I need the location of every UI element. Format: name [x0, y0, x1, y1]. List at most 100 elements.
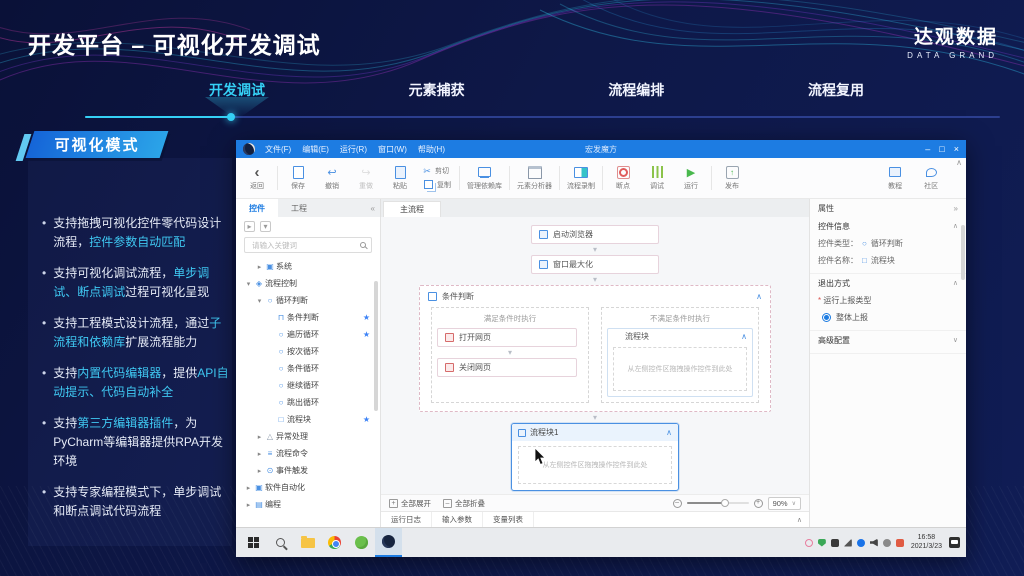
zoom-slider-knob[interactable] — [721, 499, 729, 507]
radio-selected-icon[interactable] — [822, 313, 831, 322]
flow-node-打开网页[interactable]: 打开网页 — [437, 328, 577, 347]
chevron-down-icon[interactable]: ▾ — [255, 297, 264, 305]
selected-flow-block[interactable]: 流程块1 ∧ 从左侧控件区拖拽操作控件到此处 — [511, 423, 679, 491]
output-tab-变量列表[interactable]: 变量列表 — [483, 512, 534, 527]
toolbar-collapse-icon[interactable]: ∧ — [956, 158, 962, 198]
toolbar-button-cut[interactable]: 剪切 — [422, 166, 451, 176]
close-icon[interactable]: × — [954, 145, 959, 154]
tree-item-跳出循环[interactable]: ○跳出循环 — [236, 394, 380, 411]
chevron-right-icon[interactable]: ▸ — [255, 450, 264, 458]
toolbar-button-debug[interactable]: 调试 — [640, 158, 674, 198]
nav-tab[interactable]: 流程复用 — [776, 80, 896, 100]
tree-item-按次循环[interactable]: ○按次循环 — [236, 343, 380, 360]
flow-node-关闭网页[interactable]: 关闭网页 — [437, 358, 577, 377]
menu-item[interactable]: 窗口(W) — [378, 144, 407, 155]
sync-icon[interactable] — [805, 539, 813, 547]
tree-item-继续循环[interactable]: ○继续循环 — [236, 377, 380, 394]
toolbar-button-copy[interactable]: 复制 — [422, 179, 451, 190]
tab-project[interactable]: 工程 — [278, 199, 320, 217]
chevron-right-icon[interactable]: ▸ — [244, 484, 253, 492]
tab-main-flow[interactable]: 主流程 — [383, 201, 441, 217]
tree-item-循环判断[interactable]: ▾○循环判断 — [236, 292, 380, 309]
rpa-app-taskbar-button[interactable] — [375, 528, 402, 557]
toolbar-button-back[interactable]: 返回 — [240, 158, 274, 198]
output-tab-运行日志[interactable]: 运行日志 — [381, 512, 432, 527]
notification-center-icon[interactable] — [949, 537, 960, 548]
browser-360-button[interactable] — [348, 528, 375, 557]
section-control-info[interactable]: 控件信息 ∧ — [810, 217, 966, 235]
zoom-out-icon[interactable]: – — [673, 499, 682, 508]
shield-icon[interactable] — [818, 539, 826, 547]
toolbar-button-record[interactable]: 流程录制 — [563, 158, 599, 198]
panel-expand-icon[interactable]: ∧ — [797, 516, 809, 524]
false-branch[interactable]: 不满足条件时执行 流程块 ∧ 从左侧控件区拖拽操作控件到此处 — [601, 307, 759, 403]
restore-icon[interactable]: □ — [939, 145, 944, 154]
toolbar-button-save[interactable]: 保存 — [281, 158, 315, 198]
output-tab-输入参数[interactable]: 输入参数 — [432, 512, 483, 527]
security-icon[interactable] — [896, 539, 904, 547]
toolbar-button-redo[interactable]: 重做 — [349, 158, 383, 198]
flow-node-maximize-window[interactable]: 窗口最大化 — [531, 255, 659, 274]
tree-item-条件判断[interactable]: ⊓条件判断★ — [236, 309, 380, 326]
menu-item[interactable]: 编辑(E) — [302, 144, 329, 155]
collapse-block-icon[interactable]: ∧ — [741, 332, 747, 341]
toolbar-button-publish[interactable]: 发布 — [715, 158, 749, 198]
true-branch[interactable]: 满足条件时执行 打开网页▾关闭网页 — [431, 307, 589, 403]
properties-scrollbar[interactable] — [961, 225, 965, 280]
flow-node-launch-browser[interactable]: 启动浏览器 — [531, 225, 659, 244]
tree-item-流程控制[interactable]: ▾◈流程控制 — [236, 275, 380, 292]
properties-collapse-icon[interactable]: » — [954, 204, 958, 213]
device-icon[interactable] — [831, 539, 839, 547]
report-type-radio[interactable]: 整体上报 — [810, 309, 966, 326]
tree-item-系统[interactable]: ▸▣系统 — [236, 258, 380, 275]
toolbar-button-analyzer[interactable]: 元素分析器 — [513, 158, 556, 198]
panel-collapse-icon[interactable]: « — [371, 204, 380, 213]
toolbar-button-run[interactable]: 运行 — [674, 158, 708, 198]
tree-item-条件循环[interactable]: ○条件循环 — [236, 360, 380, 377]
nav-tab[interactable]: 流程编排 — [576, 80, 696, 100]
bluetooth-icon[interactable] — [857, 539, 865, 547]
tree-item-软件自动化[interactable]: ▸▣软件自动化 — [236, 479, 380, 496]
chevron-right-icon[interactable]: ▸ — [255, 467, 264, 475]
tree-item-编程[interactable]: ▸▤编程 — [236, 496, 380, 513]
tab-controls[interactable]: 控件 — [236, 199, 278, 217]
drop-placeholder[interactable]: 从左侧控件区拖拽操作控件到此处 — [613, 347, 747, 391]
favorite-star-icon[interactable]: ★ — [363, 415, 370, 424]
toolbar-button-paste[interactable]: 粘贴 — [383, 158, 417, 198]
tree-item-事件触发[interactable]: ▸⊙事件触发 — [236, 462, 380, 479]
chevron-right-icon[interactable]: ▸ — [244, 501, 253, 509]
toolbar-button-tutorial[interactable]: 教程 — [878, 165, 912, 191]
menu-item[interactable]: 帮助(H) — [418, 144, 445, 155]
start-button[interactable] — [240, 528, 267, 557]
collapse-block-icon[interactable]: ∧ — [666, 428, 672, 437]
zoom-level-select[interactable]: 90% ∨ — [768, 497, 801, 510]
volume-icon[interactable] — [870, 539, 878, 547]
expand-all-tree-icon[interactable]: ▸ — [244, 221, 255, 232]
condition-block[interactable]: 条件判断 ∧ 满足条件时执行 打开网页▾关闭网页 不满足条件时执行 — [419, 285, 771, 412]
collapse-block-icon[interactable]: ∧ — [756, 292, 762, 301]
section-exit-mode[interactable]: 退出方式 ∧ — [810, 274, 966, 292]
toolbar-button-community[interactable]: 社区 — [914, 165, 948, 191]
sub-flow-block[interactable]: 流程块 ∧ 从左侧控件区拖拽操作控件到此处 — [607, 328, 753, 397]
chrome-button[interactable] — [321, 528, 348, 557]
zoom-slider[interactable] — [687, 502, 749, 504]
nav-tab[interactable]: 元素捕获 — [377, 80, 497, 100]
toolbar-button-library[interactable]: 管理依赖库 — [463, 158, 506, 198]
chevron-right-icon[interactable]: ▸ — [255, 433, 264, 441]
taskbar-search-button[interactable] — [267, 528, 294, 557]
chevron-down-icon[interactable]: ▾ — [244, 280, 253, 288]
search-icon[interactable] — [360, 242, 366, 248]
collapse-all-button[interactable]: – 全部折叠 — [443, 498, 485, 509]
menu-item[interactable]: 文件(F) — [265, 144, 291, 155]
zoom-in-icon[interactable]: + — [754, 499, 763, 508]
section-advanced-config[interactable]: 高级配置 ∨ — [810, 331, 966, 349]
tree-item-遍历循环[interactable]: ○遍历循环★ — [236, 326, 380, 343]
flow-canvas[interactable]: 启动浏览器 ▾ 窗口最大化 ▾ 条件判断 ∧ — [381, 217, 809, 494]
tree-item-异常处理[interactable]: ▸△异常处理 — [236, 428, 380, 445]
network-icon[interactable] — [844, 539, 852, 547]
tree-item-流程命令[interactable]: ▸≡流程命令 — [236, 445, 380, 462]
tree-item-流程块[interactable]: □流程块★ — [236, 411, 380, 428]
chevron-right-icon[interactable]: ▸ — [255, 263, 264, 271]
collapse-all-tree-icon[interactable]: ▾ — [260, 221, 271, 232]
favorite-star-icon[interactable]: ★ — [363, 330, 370, 339]
